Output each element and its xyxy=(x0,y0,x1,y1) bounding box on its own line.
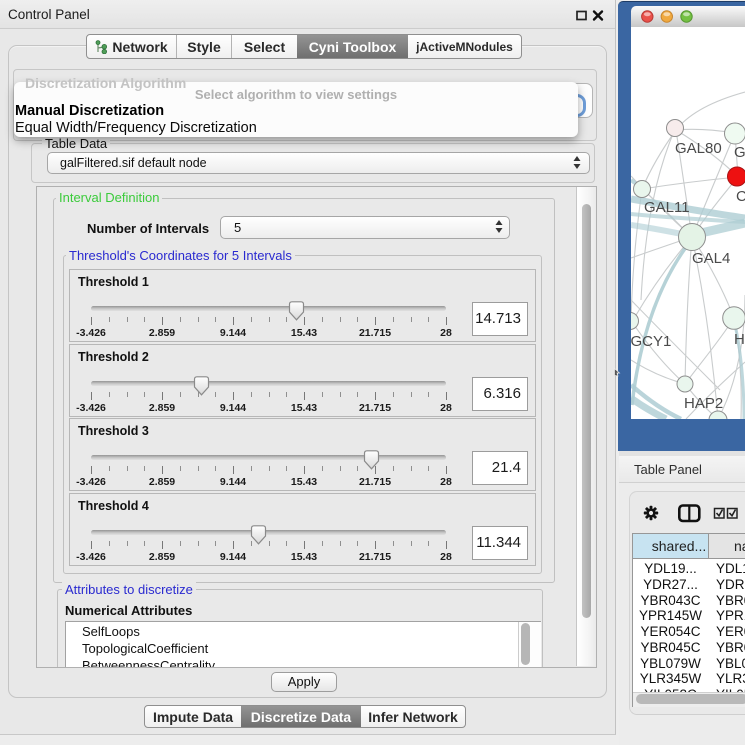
svg-text:H: H xyxy=(734,331,745,348)
svg-text:GCY1: GCY1 xyxy=(631,333,671,350)
svg-text:C: C xyxy=(736,188,745,205)
svg-text:GAL4: GAL4 xyxy=(692,250,730,267)
svg-text:GAL80: GAL80 xyxy=(675,140,722,157)
svg-text:HAP2: HAP2 xyxy=(684,395,723,412)
svg-text:G.: G. xyxy=(734,144,745,161)
svg-text:GAL11: GAL11 xyxy=(644,199,690,216)
